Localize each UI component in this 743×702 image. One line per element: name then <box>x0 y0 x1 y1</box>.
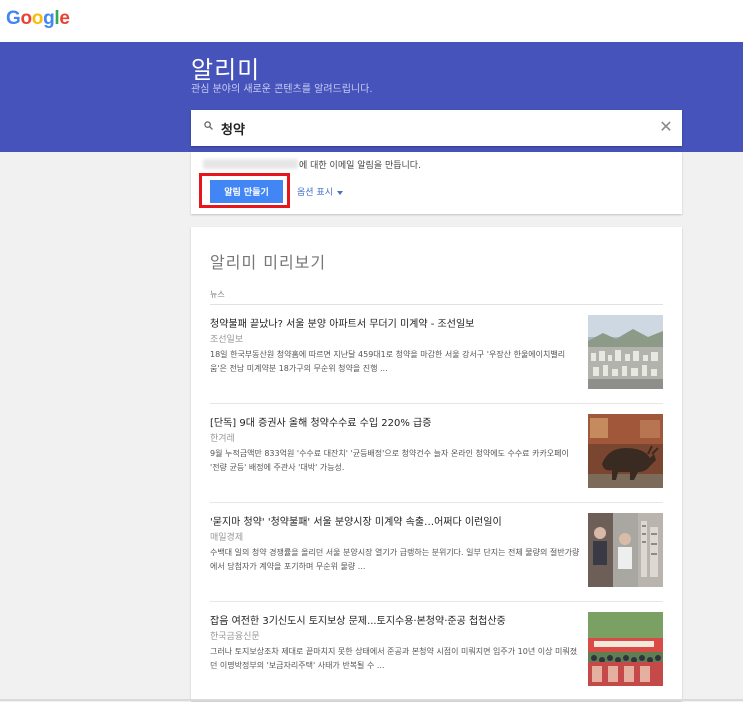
page-subtitle: 관심 분야의 새로운 콘텐츠를 알려드립니다. <box>191 84 373 95</box>
news-item: 청약불패 끝났나? 서울 분양 아파트서 무더기 미계약 - 조선일보 조선일보… <box>210 315 663 405</box>
bull-statue-thumbnail[interactable] <box>588 414 663 488</box>
divider <box>210 601 663 602</box>
news-snippet: 9월 누적금액만 833억원 '수수료 대잔치' '균등배정'으로 청약건수 늘… <box>210 449 569 472</box>
show-options-link[interactable]: 옵션 표시 <box>297 185 343 198</box>
news-snippet: 그러나 토지보상조차 제대로 끝마치지 못한 상태에서 준공과 본청약 시점이 … <box>210 647 578 670</box>
preview-title: 알리미 미리보기 <box>210 253 327 272</box>
logo-letter: o <box>20 8 32 29</box>
highlight-annotation <box>199 173 290 208</box>
news-source: 한국금융신문 <box>210 632 260 642</box>
logo-letter: e <box>59 8 70 29</box>
search-box[interactable]: ✕ <box>191 110 682 146</box>
news-title-link[interactable]: [단독] 9대 증권사 올해 청약수수료 수입 220% 급증 <box>210 414 580 429</box>
news-snippet: 18일 한국부동산원 청약홈에 따르면 지난달 459대1로 청약을 마감한 서… <box>210 350 566 373</box>
divider <box>210 403 663 404</box>
alert-preview-card: 알리미 미리보기 뉴스 청약불패 끝났나? 서울 분양 아파트서 무더기 미계약… <box>191 227 682 701</box>
show-options-label: 옵션 표시 <box>297 188 333 198</box>
logo-letter: g <box>43 8 55 29</box>
search-icon <box>204 121 213 130</box>
close-icon[interactable]: ✕ <box>658 119 674 135</box>
news-title-link[interactable]: '묻지마 청약' '청약불패' 서울 분양시장 미계약 속출…어쩌다 이런일이 <box>210 513 580 528</box>
google-logo[interactable]: Google <box>6 8 70 30</box>
search-input[interactable] <box>221 118 641 138</box>
logo-letter: G <box>6 8 21 29</box>
redacted-email <box>203 159 298 169</box>
news-item: 잡음 여전한 3기신도시 토지보상 문제...토지수용·본청약·준공 첩첩산중 … <box>210 612 663 702</box>
news-source: 한겨레 <box>210 434 235 444</box>
news-item: '묻지마 청약' '청약불패' 서울 분양시장 미계약 속출…어쩌다 이런일이 … <box>210 513 663 603</box>
city-skyline-thumbnail[interactable] <box>588 315 663 389</box>
news-snippet: 수백대 일의 청약 경쟁률을 올리던 서울 분양시장 열기가 급랭하는 분위기다… <box>210 548 580 571</box>
top-bar: Google <box>0 0 743 42</box>
news-title-link[interactable]: 잡음 여전한 3기신도시 토지보상 문제...토지수용·본청약·준공 첩첩산중 <box>210 612 580 627</box>
divider <box>210 304 663 305</box>
create-alert-description: 에 대한 이메일 알림을 만듭니다. <box>299 161 421 171</box>
news-title-link[interactable]: 청약불패 끝났나? 서울 분양 아파트서 무더기 미계약 - 조선일보 <box>210 315 580 330</box>
news-item: [단독] 9대 증권사 올해 청약수수료 수입 220% 급증 한겨레 9월 누… <box>210 414 663 504</box>
section-label: 뉴스 <box>210 290 225 299</box>
divider <box>210 502 663 503</box>
news-source: 매일경제 <box>210 533 244 543</box>
caret-down-icon <box>336 190 343 195</box>
logo-letter: o <box>31 8 44 29</box>
apartment-collage-thumbnail[interactable] <box>588 513 663 587</box>
news-source: 조선일보 <box>210 335 244 345</box>
protest-crowd-thumbnail[interactable] <box>588 612 663 686</box>
